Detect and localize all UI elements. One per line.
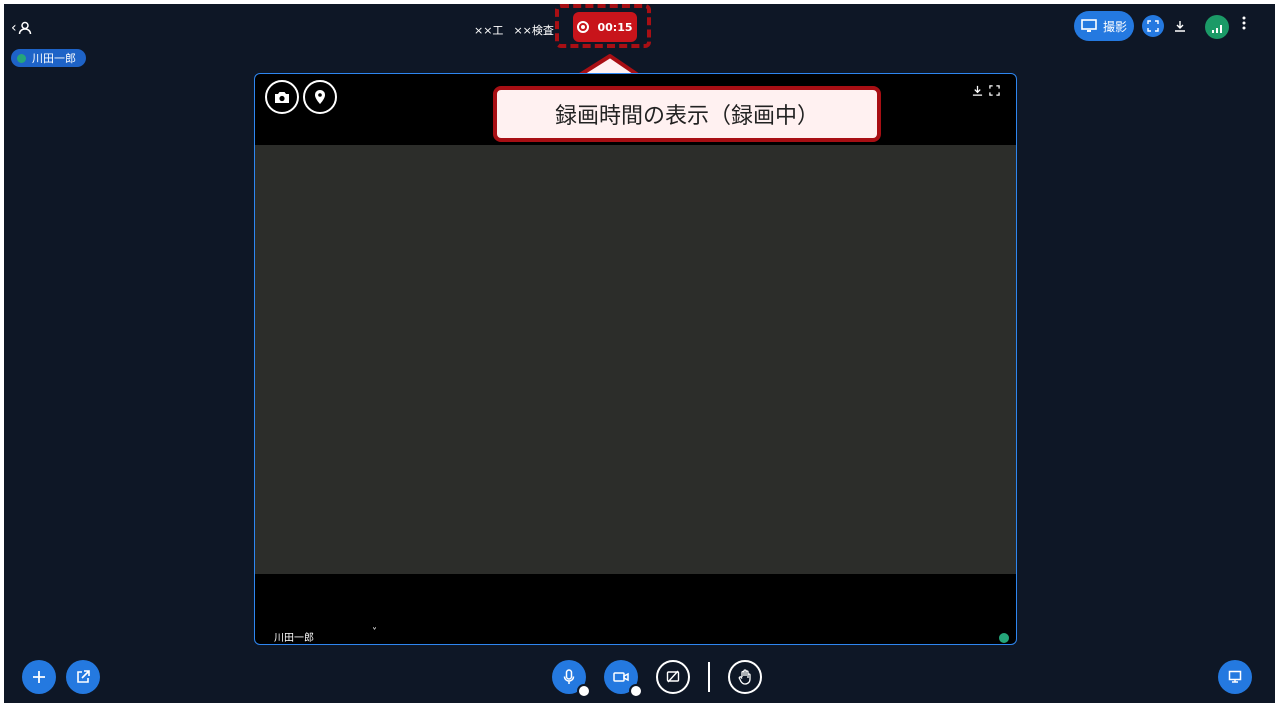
participant-name: 川田一郎: [32, 52, 76, 65]
camera-icon: [274, 90, 290, 104]
fullscreen-icon: [1147, 20, 1159, 32]
recording-time: 00:15: [597, 20, 633, 34]
microphone-button[interactable]: [552, 660, 591, 698]
recording-indicator: 00:15: [573, 12, 637, 42]
video-tools: [972, 85, 1000, 96]
user-icon: [18, 21, 32, 35]
video-participant-name: 川田一郎: [274, 633, 314, 644]
screen-share-button[interactable]: [656, 660, 690, 694]
video-settings-badge[interactable]: [629, 684, 643, 698]
more-vertical-icon: [1242, 16, 1252, 30]
video-fullscreen-button[interactable]: [989, 85, 1000, 96]
microphone-icon: [17, 53, 26, 63]
session-labels: ××工 ××検査: [474, 22, 554, 38]
chevron-left-icon: ‹: [11, 20, 17, 36]
whiteboard-icon: [1228, 670, 1242, 684]
microphone-icon: [999, 633, 1009, 643]
annotation-callout: 録画時間の表示（録画中）: [493, 86, 881, 142]
location-pin-icon: [314, 89, 326, 105]
snapshot-button[interactable]: [265, 80, 299, 114]
download-icon: [972, 85, 983, 96]
record-icon: [577, 21, 590, 33]
signal-icon: [1212, 25, 1222, 33]
plus-icon: [32, 670, 46, 684]
raise-hand-icon: [738, 669, 752, 685]
video-camera-icon: [613, 671, 629, 683]
external-link-button[interactable]: [66, 660, 100, 694]
chevron-down-icon[interactable]: ˅: [372, 627, 377, 638]
raise-hand-button[interactable]: [728, 660, 762, 694]
add-button[interactable]: [22, 660, 56, 694]
video-download-button[interactable]: [972, 85, 983, 96]
whiteboard-button[interactable]: [1218, 660, 1252, 694]
location-button[interactable]: [303, 80, 337, 114]
camera-mode-button[interactable]: 撮影: [1074, 11, 1134, 41]
download-button[interactable]: [1172, 18, 1188, 34]
microphone-settings-badge[interactable]: [577, 684, 591, 698]
inspection-label: ××検査: [513, 24, 554, 37]
work-label: ××工: [474, 24, 504, 37]
media-controls: [552, 660, 762, 698]
signal-strength-button[interactable]: [1205, 15, 1229, 39]
video-feed: [255, 145, 1016, 574]
download-icon: [1174, 20, 1186, 32]
fullscreen-button[interactable]: [1142, 15, 1164, 37]
participant-pill[interactable]: 川田一郎: [11, 49, 86, 67]
fullscreen-icon: [989, 85, 1000, 96]
external-link-icon: [76, 670, 90, 684]
controls-divider: [708, 662, 710, 692]
video-button[interactable]: [604, 660, 643, 698]
screen-share-off-icon: [666, 670, 680, 684]
microphone-icon: [563, 669, 575, 685]
camera-mode-label: 撮影: [1102, 19, 1127, 34]
monitor-icon: [1081, 19, 1097, 33]
more-options-button[interactable]: [1242, 16, 1252, 30]
bottom-left-controls: [22, 660, 100, 694]
back-button[interactable]: ‹: [11, 18, 37, 38]
